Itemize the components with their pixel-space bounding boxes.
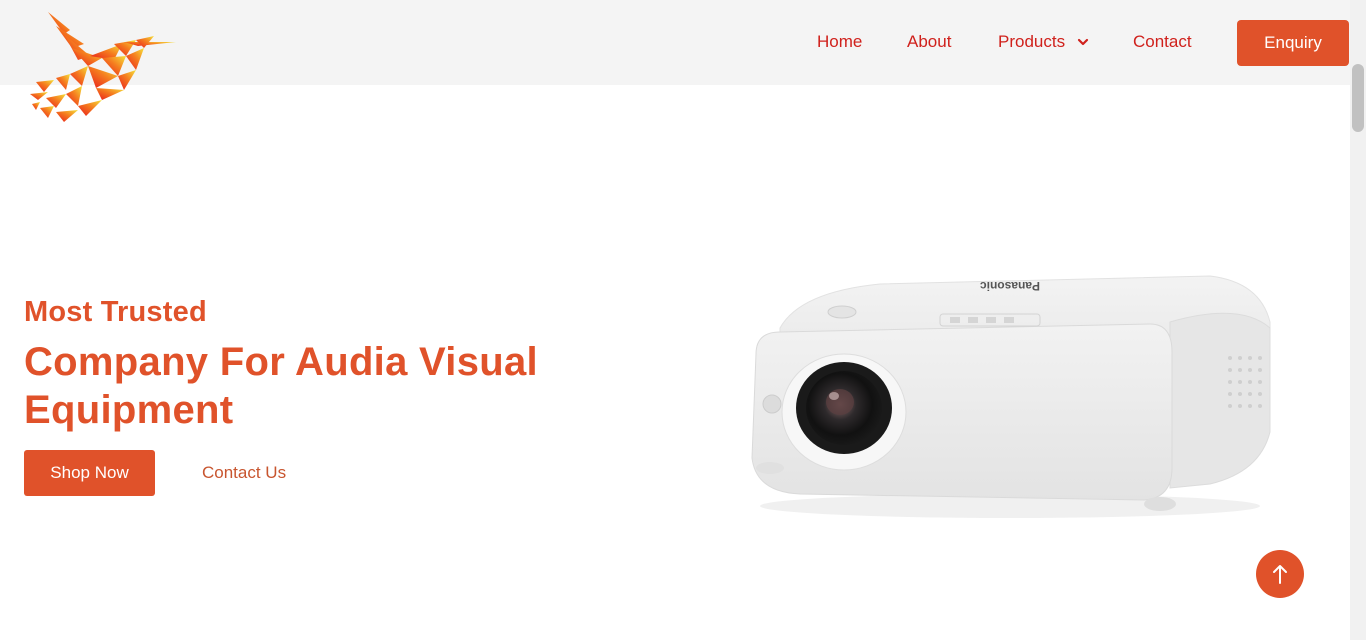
contact-us-link[interactable]: Contact Us: [202, 463, 286, 483]
projector-image: Panasonic: [751, 275, 1271, 518]
bird-logo-icon[interactable]: [26, 8, 182, 124]
hero-eyebrow: Most Trusted: [24, 296, 207, 328]
arrow-up-icon: [1273, 565, 1287, 584]
nav-contact-link[interactable]: Contact: [1133, 32, 1192, 52]
scroll-top-button[interactable]: [1256, 550, 1304, 598]
chevron-down-icon[interactable]: [1077, 36, 1089, 48]
svg-text:Panasonic: Panasonic: [980, 279, 1040, 293]
nav-about-link[interactable]: About: [907, 32, 951, 52]
page: Home About Products Contact Enquiry Most…: [0, 0, 1350, 640]
site-header: Home About Products Contact Enquiry: [0, 0, 1350, 85]
hero-headline: Company For Audia Visual Equipment: [24, 340, 538, 432]
nav-products-link[interactable]: Products: [998, 32, 1065, 52]
shop-now-button[interactable]: Shop Now: [24, 450, 155, 496]
page-scrollbar[interactable]: [1350, 0, 1366, 640]
nav-home-link[interactable]: Home: [817, 32, 862, 52]
scrollbar-thumb[interactable]: [1352, 64, 1364, 132]
enquiry-button[interactable]: Enquiry: [1237, 20, 1349, 66]
